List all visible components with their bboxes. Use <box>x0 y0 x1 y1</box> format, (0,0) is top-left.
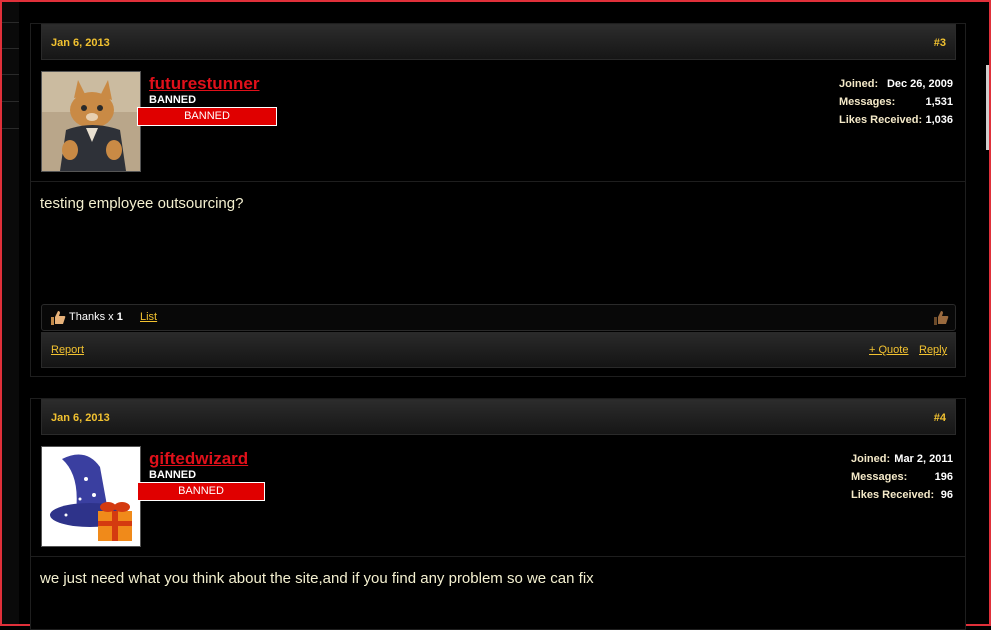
post-3: Jan 6, 2013 #3 futurestunner BANNED BANN… <box>30 23 966 377</box>
user-title: BANNED <box>149 469 197 481</box>
post-header: Jan 6, 2013 #3 <box>41 24 956 60</box>
joined-value: Mar 2, 2011 <box>894 453 953 465</box>
divider <box>31 556 965 557</box>
wizard-hat-avatar <box>42 447 140 546</box>
avatar[interactable] <box>41 446 141 547</box>
post-actions-bar: Report + Quote Reply <box>41 332 956 368</box>
post-date: Jan 6, 2013 <box>51 412 110 424</box>
divider <box>31 181 965 182</box>
likes-list-link[interactable]: List <box>140 311 157 323</box>
post-header: Jan 6, 2013 #4 <box>41 399 956 435</box>
user-stats: Joined: Mar 2, 2011 Messages: 196 Likes … <box>851 453 953 513</box>
post-4: Jan 6, 2013 #4 giftedwizard BANNED BANNE… <box>30 398 966 630</box>
joined-label: Joined: <box>839 78 879 90</box>
username-link[interactable]: giftedwizard <box>149 449 248 469</box>
thanks-text: Thanks x <box>69 311 114 323</box>
message-body: we just need what you think about the si… <box>40 570 594 587</box>
messages-value: 196 <box>934 471 953 483</box>
likes-label: Likes Received: <box>851 489 935 501</box>
quote-link[interactable]: + Quote <box>869 344 908 356</box>
likes-value: 96 <box>940 489 953 501</box>
likes-value: 1,036 <box>925 114 953 126</box>
messages-value: 1,531 <box>925 96 953 108</box>
username-link[interactable]: futurestunner <box>149 74 260 94</box>
like-button-icon[interactable] <box>933 310 949 325</box>
report-link[interactable]: Report <box>51 344 84 356</box>
joined-label: Joined: <box>851 453 891 465</box>
thanks-count: 1 <box>116 311 123 323</box>
avatar[interactable] <box>41 71 141 172</box>
likes-summary: Thanks x 1 List <box>41 304 956 331</box>
likes-label: Likes Received: <box>839 114 923 126</box>
cat-avatar <box>42 72 140 171</box>
post-date: Jan 6, 2013 <box>51 37 110 49</box>
scrollbar-thumb[interactable] <box>986 65 989 150</box>
post-permalink[interactable]: #4 <box>934 412 946 424</box>
message-body: testing employee outsourcing? <box>40 195 244 212</box>
messages-label: Messages: <box>839 96 896 108</box>
joined-value: Dec 26, 2009 <box>886 78 953 90</box>
user-stats: Joined: Dec 26, 2009 Messages: 1,531 Lik… <box>839 78 953 138</box>
thumbs-up-icon <box>51 311 66 325</box>
messages-label: Messages: <box>851 471 908 483</box>
banned-banner: BANNED <box>137 107 277 126</box>
reply-link[interactable]: Reply <box>919 344 947 356</box>
banned-banner: BANNED <box>137 482 265 501</box>
post-permalink[interactable]: #3 <box>934 37 946 49</box>
user-title: BANNED <box>149 94 197 106</box>
